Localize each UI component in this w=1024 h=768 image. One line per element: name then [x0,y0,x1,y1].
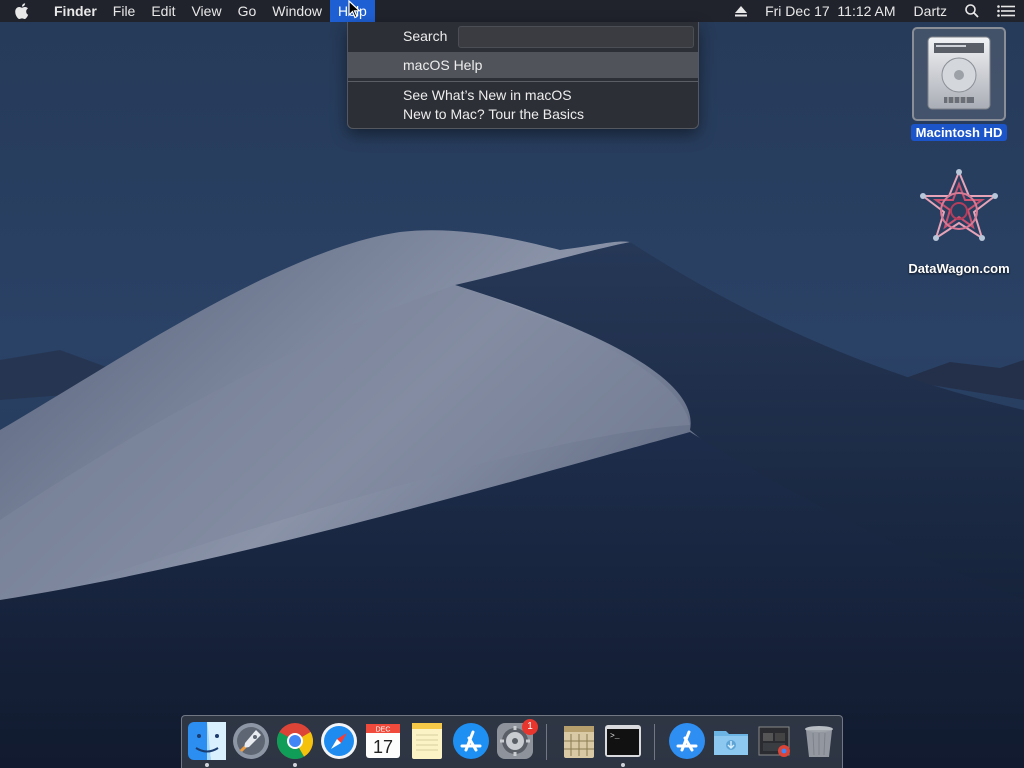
help-menu-item-macos-help[interactable]: macOS Help [348,52,698,78]
system-preferences-badge: 1 [522,719,538,735]
dock-calendar-icon[interactable]: DEC 17 [363,721,403,761]
menu-app-finder[interactable]: Finder [44,0,105,22]
calendar-month: DEC [376,727,391,734]
datawagon-logo-icon [920,169,998,241]
help-menu-item-whats-new[interactable]: See What’s New in macOS [348,86,698,105]
dock-launchpad-icon[interactable] [231,721,271,761]
terminal-prompt: >_ [610,732,620,741]
dock-downloads-folder-icon[interactable] [711,721,751,761]
menu-separator [348,81,698,82]
menu-file[interactable]: File [105,0,144,22]
dock-app-store-icon[interactable] [451,721,491,761]
mouse-pointer-icon [348,0,362,19]
menu-window[interactable]: Window [264,0,330,22]
menu-go[interactable]: Go [230,0,265,22]
dock-divider [654,724,655,760]
menu-edit[interactable]: Edit [143,0,183,22]
dock-archive-utility-icon[interactable] [559,721,599,761]
help-menu-item-tour-basics[interactable]: New to Mac? Tour the Basics [348,105,698,124]
dock-chrome-icon[interactable] [275,721,315,761]
clock[interactable]: Fri Dec 17 11:12 AM [756,0,904,22]
running-indicator [621,763,625,767]
notification-center-icon[interactable] [988,0,1024,22]
dock-terminal-icon[interactable]: >_ [603,721,643,761]
running-indicator [205,763,209,767]
help-search-input[interactable] [458,26,694,48]
dock-trash-icon[interactable] [799,721,839,761]
eject-icon[interactable] [726,0,756,22]
calendar-day: 17 [373,737,393,757]
datawagon-icon[interactable] [916,168,1002,254]
dock-divider [546,724,547,760]
dock-applications-folder-icon[interactable] [667,721,707,761]
hard-drive-icon [927,36,991,110]
menu-bar: Finder File Edit View Go Window Help Fri… [0,0,1024,22]
dock-finder-icon[interactable] [187,721,227,761]
macintosh-hd-label[interactable]: Macintosh HD [911,124,1007,141]
dock-notes-icon[interactable] [407,721,447,761]
help-search-row: Search [348,22,700,51]
apple-menu-icon[interactable] [0,0,44,22]
running-indicator [293,763,297,767]
datawagon-label[interactable]: DataWagon.com [898,260,1020,277]
dock-recent-items-icon[interactable] [755,721,795,761]
dock: DEC 17 >_ [181,715,843,768]
dock-safari-icon[interactable] [319,721,359,761]
macintosh-hd-icon[interactable] [912,27,1006,121]
menu-view[interactable]: View [183,0,229,22]
user-name[interactable]: Dartz [905,0,956,22]
help-search-label: Search [403,28,448,44]
help-menu-dropdown: Search macOS Help See What’s New in macO… [347,22,699,129]
search-icon[interactable] [956,0,988,22]
